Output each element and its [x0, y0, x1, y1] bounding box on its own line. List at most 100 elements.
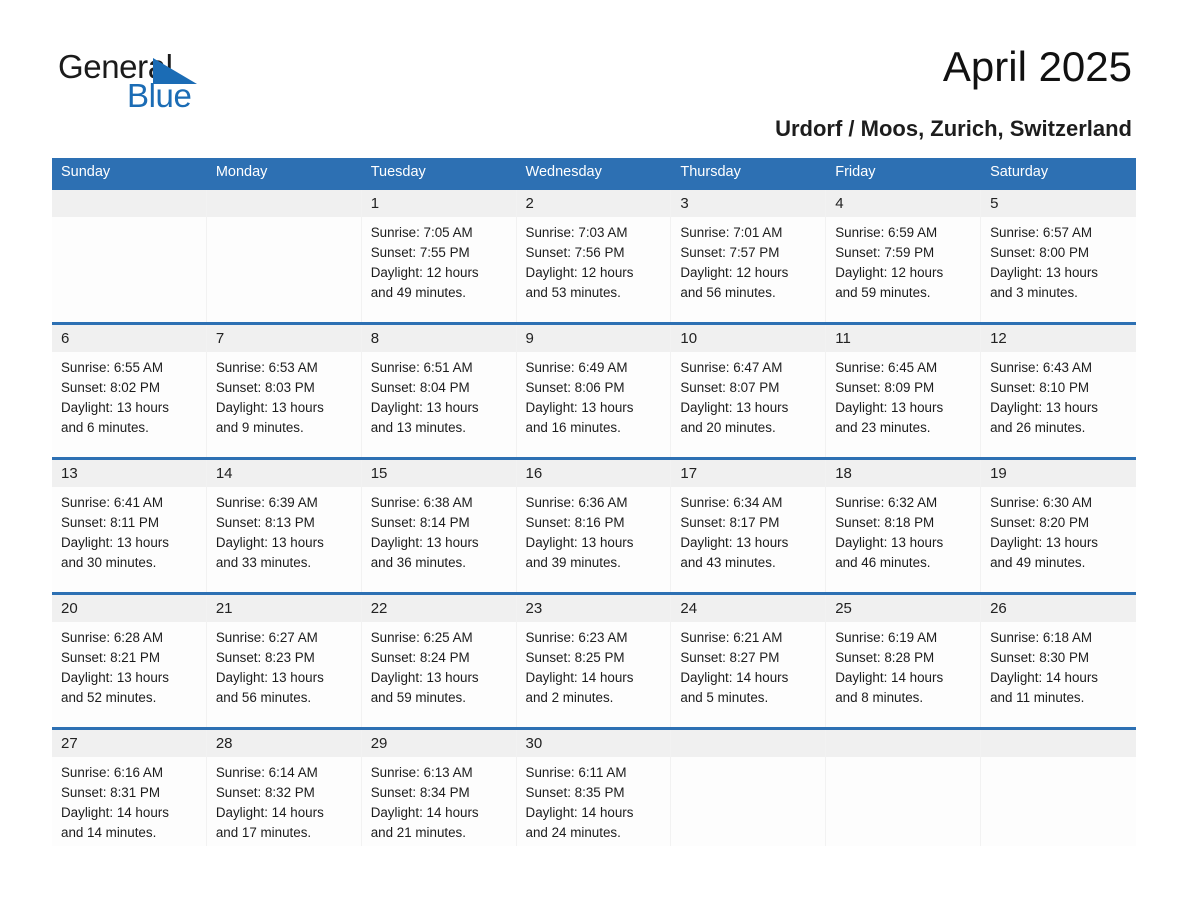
day-number: 24 — [671, 594, 826, 622]
day-header-tuesday: Tuesday — [361, 158, 517, 188]
page-header: General Blue April 2025 Urdorf / Moos, Z… — [0, 0, 1188, 158]
day-details: Sunrise: 6:19 AM Sunset: 8:28 PM Dayligh… — [835, 629, 944, 706]
calendar-head: Sunday Monday Tuesday Wednesday Thursday… — [52, 158, 1136, 188]
day-number: 5 — [981, 189, 1136, 217]
day-number: 14 — [206, 459, 361, 487]
day-details: Sunrise: 6:21 AM Sunset: 8:27 PM Dayligh… — [680, 629, 789, 706]
day-number: 7 — [206, 324, 361, 352]
day-details — [981, 757, 1136, 763]
day-cell[interactable]: 18 Sunrise: 6:32 AM Sunset: 8:18 PM Dayli… — [826, 456, 982, 593]
day-details: Sunrise: 6:32 AM Sunset: 8:18 PM Dayligh… — [835, 494, 944, 571]
day-cell[interactable]: 1 Sunrise: 7:05 AM Sunset: 7:55 PM Daylig… — [361, 186, 517, 323]
week-row: 27 Sunrise: 6:16 AM Sunset: 8:31 PM Dayli… — [52, 726, 1136, 846]
day-number: 3 — [671, 189, 826, 217]
day-details: Sunrise: 6:51 AM Sunset: 8:04 PM Dayligh… — [370, 359, 479, 436]
day-cell[interactable]: 30 Sunrise: 6:11 AM Sunset: 8:35 PM Dayli… — [516, 726, 672, 846]
day-number: 9 — [516, 324, 671, 352]
day-header-friday: Friday — [826, 158, 982, 188]
day-cell[interactable]: 25 Sunrise: 6:19 AM Sunset: 8:28 PM Dayli… — [826, 591, 982, 728]
day-details: Sunrise: 7:01 AM Sunset: 7:57 PM Dayligh… — [680, 224, 789, 301]
day-cell[interactable]: 15 Sunrise: 6:38 AM Sunset: 8:14 PM Dayli… — [361, 456, 517, 593]
day-number: 20 — [52, 594, 206, 622]
day-cell[interactable]: 8 Sunrise: 6:51 AM Sunset: 8:04 PM Daylig… — [361, 321, 517, 458]
day-cell[interactable]: 11 Sunrise: 6:45 AM Sunset: 8:09 PM Dayli… — [826, 321, 982, 458]
day-cell[interactable]: 5 Sunrise: 6:57 AM Sunset: 8:00 PM Daylig… — [981, 186, 1136, 323]
day-cell[interactable]: 7 Sunrise: 6:53 AM Sunset: 8:03 PM Daylig… — [206, 321, 362, 458]
day-number: 28 — [206, 729, 361, 757]
day-details: Sunrise: 6:45 AM Sunset: 8:09 PM Dayligh… — [835, 359, 944, 436]
day-number — [52, 189, 206, 217]
day-cell[interactable]: 19 Sunrise: 6:30 AM Sunset: 8:20 PM Dayli… — [981, 456, 1136, 593]
day-details: Sunrise: 6:47 AM Sunset: 8:07 PM Dayligh… — [680, 359, 789, 436]
day-number: 16 — [516, 459, 671, 487]
day-number: 17 — [671, 459, 826, 487]
day-cell[interactable]: 2 Sunrise: 7:03 AM Sunset: 7:56 PM Daylig… — [516, 186, 672, 323]
day-number — [981, 729, 1136, 757]
day-details: Sunrise: 6:25 AM Sunset: 8:24 PM Dayligh… — [370, 629, 479, 706]
day-cell[interactable]: 23 Sunrise: 6:23 AM Sunset: 8:25 PM Dayli… — [516, 591, 672, 728]
day-number: 8 — [361, 324, 516, 352]
day-details: Sunrise: 7:03 AM Sunset: 7:56 PM Dayligh… — [525, 224, 634, 301]
day-cell[interactable]: 10 Sunrise: 6:47 AM Sunset: 8:07 PM Dayli… — [671, 321, 827, 458]
day-header-saturday: Saturday — [981, 158, 1136, 188]
day-details: Sunrise: 6:43 AM Sunset: 8:10 PM Dayligh… — [990, 359, 1098, 436]
day-of-week-header-row: Sunday Monday Tuesday Wednesday Thursday… — [52, 158, 1136, 188]
day-number: 4 — [826, 189, 981, 217]
day-number: 22 — [361, 594, 516, 622]
day-cell[interactable]: 28 Sunrise: 6:14 AM Sunset: 8:32 PM Dayli… — [206, 726, 362, 846]
day-number: 26 — [981, 594, 1136, 622]
week-row: 20 Sunrise: 6:28 AM Sunset: 8:21 PM Dayli… — [52, 591, 1136, 728]
day-details: Sunrise: 6:49 AM Sunset: 8:06 PM Dayligh… — [525, 359, 634, 436]
week-row: 1 Sunrise: 7:05 AM Sunset: 7:55 PM Daylig… — [52, 186, 1136, 323]
day-cell[interactable]: 3 Sunrise: 7:01 AM Sunset: 7:57 PM Daylig… — [671, 186, 827, 323]
day-cell[interactable]: 27 Sunrise: 6:16 AM Sunset: 8:31 PM Dayli… — [52, 726, 207, 846]
day-details: Sunrise: 6:30 AM Sunset: 8:20 PM Dayligh… — [990, 494, 1098, 571]
day-details: Sunrise: 7:05 AM Sunset: 7:55 PM Dayligh… — [370, 224, 479, 301]
day-cell[interactable]: 29 Sunrise: 6:13 AM Sunset: 8:34 PM Dayli… — [361, 726, 517, 846]
day-cell[interactable] — [826, 726, 982, 846]
day-details: Sunrise: 6:11 AM Sunset: 8:35 PM Dayligh… — [525, 764, 634, 841]
day-cell[interactable]: 22 Sunrise: 6:25 AM Sunset: 8:24 PM Dayli… — [361, 591, 517, 728]
calendar-body: 1 Sunrise: 7:05 AM Sunset: 7:55 PM Daylig… — [52, 186, 1136, 846]
day-cell[interactable]: 16 Sunrise: 6:36 AM Sunset: 8:16 PM Dayli… — [516, 456, 672, 593]
day-cell[interactable] — [206, 186, 362, 323]
day-details — [826, 757, 980, 763]
day-cell[interactable]: 14 Sunrise: 6:39 AM Sunset: 8:13 PM Dayli… — [206, 456, 362, 593]
day-cell[interactable]: 20 Sunrise: 6:28 AM Sunset: 8:21 PM Dayli… — [52, 591, 207, 728]
day-cell[interactable]: 17 Sunrise: 6:34 AM Sunset: 8:17 PM Dayli… — [671, 456, 827, 593]
day-cell[interactable] — [671, 726, 827, 846]
day-header-thursday: Thursday — [671, 158, 827, 188]
day-cell[interactable]: 6 Sunrise: 6:55 AM Sunset: 8:02 PM Daylig… — [52, 321, 207, 458]
day-number: 25 — [826, 594, 981, 622]
day-number — [826, 729, 981, 757]
day-number: 19 — [981, 459, 1136, 487]
day-number: 15 — [361, 459, 516, 487]
day-number: 30 — [516, 729, 671, 757]
day-details: Sunrise: 6:55 AM Sunset: 8:02 PM Dayligh… — [61, 359, 169, 436]
day-number: 13 — [52, 459, 206, 487]
general-blue-logo: General Blue — [58, 50, 258, 120]
page-title: April 2025 — [942, 43, 1132, 90]
day-number: 1 — [361, 189, 516, 217]
day-header-monday: Monday — [206, 158, 362, 188]
day-number: 29 — [361, 729, 516, 757]
day-details: Sunrise: 6:36 AM Sunset: 8:16 PM Dayligh… — [525, 494, 634, 571]
day-cell[interactable] — [981, 726, 1136, 846]
day-details: Sunrise: 6:23 AM Sunset: 8:25 PM Dayligh… — [525, 629, 634, 706]
day-cell[interactable]: 24 Sunrise: 6:21 AM Sunset: 8:27 PM Dayli… — [671, 591, 827, 728]
day-details: Sunrise: 6:27 AM Sunset: 8:23 PM Dayligh… — [215, 629, 324, 706]
day-number: 27 — [52, 729, 206, 757]
day-cell[interactable]: 26 Sunrise: 6:18 AM Sunset: 8:30 PM Dayli… — [981, 591, 1136, 728]
location-subtitle: Urdorf / Moos, Zurich, Switzerland — [775, 116, 1132, 141]
day-number: 21 — [206, 594, 361, 622]
day-cell[interactable]: 9 Sunrise: 6:49 AM Sunset: 8:06 PM Daylig… — [516, 321, 672, 458]
day-details: Sunrise: 6:39 AM Sunset: 8:13 PM Dayligh… — [215, 494, 324, 571]
day-cell[interactable]: 21 Sunrise: 6:27 AM Sunset: 8:23 PM Dayli… — [206, 591, 362, 728]
day-cell[interactable] — [52, 186, 207, 323]
day-cell[interactable]: 13 Sunrise: 6:41 AM Sunset: 8:11 PM Dayli… — [52, 456, 207, 593]
day-cell[interactable]: 12 Sunrise: 6:43 AM Sunset: 8:10 PM Dayli… — [981, 321, 1136, 458]
day-details — [52, 217, 206, 223]
day-number: 23 — [516, 594, 671, 622]
day-cell[interactable]: 4 Sunrise: 6:59 AM Sunset: 7:59 PM Daylig… — [826, 186, 982, 323]
day-details: Sunrise: 6:34 AM Sunset: 8:17 PM Dayligh… — [680, 494, 789, 571]
